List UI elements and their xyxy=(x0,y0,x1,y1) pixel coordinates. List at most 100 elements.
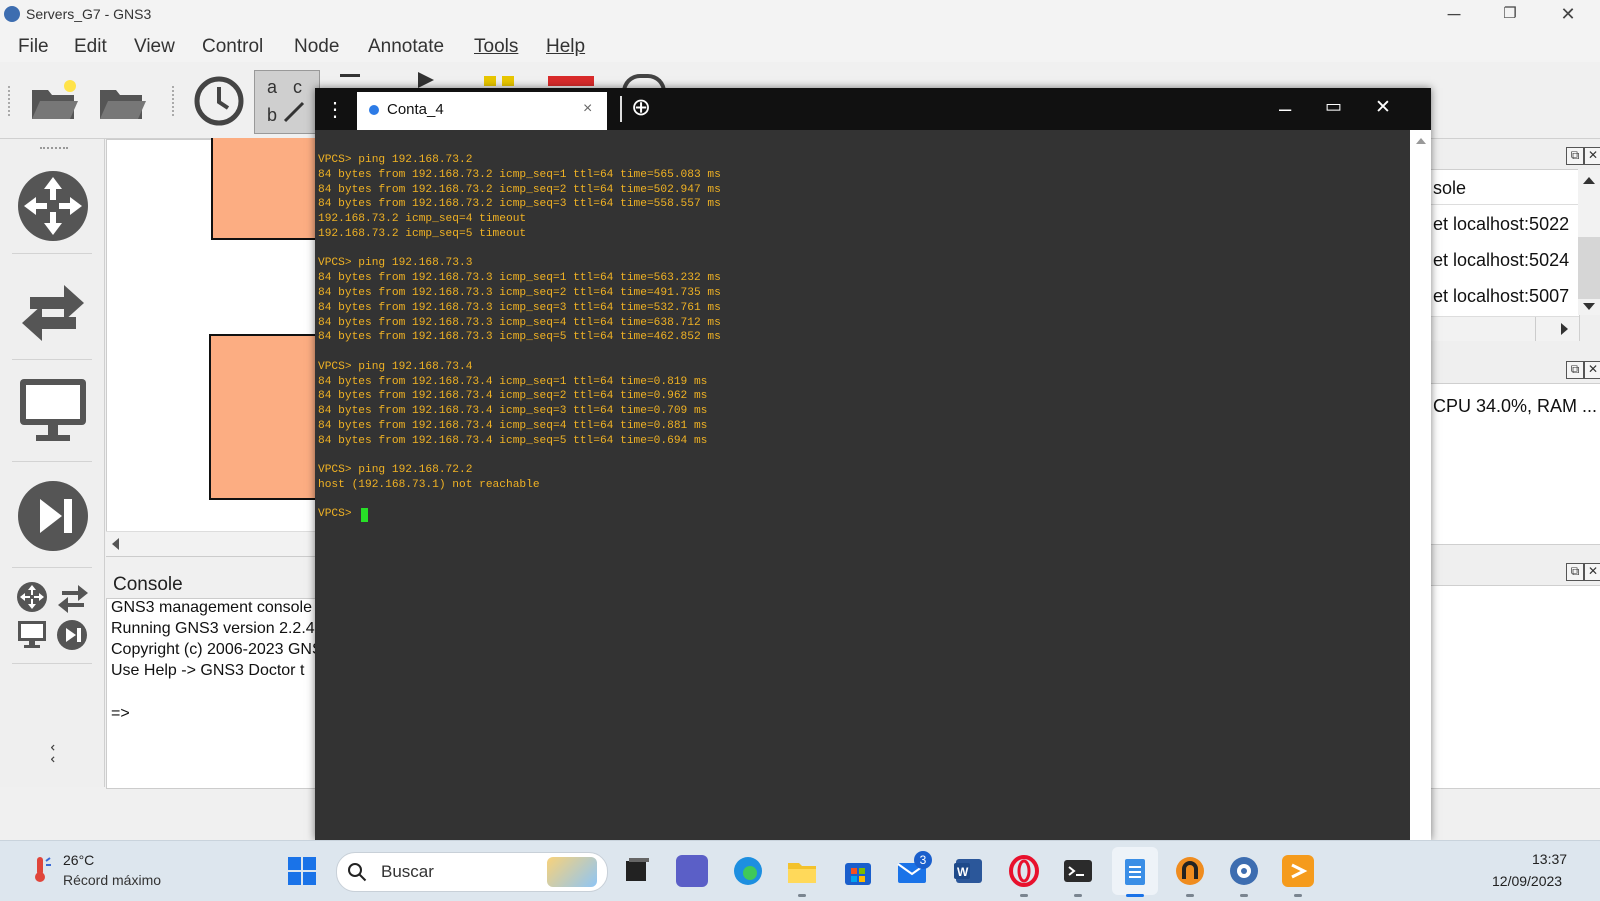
scroll-up-arrow-icon[interactable] xyxy=(1416,138,1426,144)
dock-close-icon[interactable]: ✕ xyxy=(1584,563,1600,581)
dock-close-icon[interactable]: ✕ xyxy=(1584,147,1600,165)
terminal-window[interactable]: ⋮ Conta_4 × ⊕ – ▭ ✕ VPCS> ping 192.168.7… xyxy=(315,88,1431,840)
terminal-line: 84 bytes from 192.168.73.4 icmp_seq=2 tt… xyxy=(318,390,708,402)
canvas-horizontal-scrollbar[interactable] xyxy=(106,531,316,556)
search-placeholder: Buscar xyxy=(381,862,434,881)
opera-icon[interactable] xyxy=(1008,855,1040,887)
start-icon[interactable] xyxy=(286,855,318,887)
header-divider xyxy=(1431,204,1579,205)
tab-close-icon[interactable]: × xyxy=(583,100,592,118)
open-folder-icon[interactable] xyxy=(26,72,84,130)
terminal-output[interactable]: VPCS> ping 192.168.73.2 84 bytes from 19… xyxy=(315,130,1410,840)
menu-help[interactable]: Help xyxy=(546,36,585,58)
terminal-line: 84 bytes from 192.168.73.2 icmp_seq=1 tt… xyxy=(318,169,721,181)
servers-summary-panel: CPU 34.0%, RAM ... xyxy=(1430,383,1600,545)
summary-vertical-scrollbar[interactable] xyxy=(1578,169,1600,315)
gns3-tray-icon[interactable] xyxy=(1174,855,1206,887)
close-button[interactable]: ✕ xyxy=(1540,0,1596,30)
menu-file[interactable]: File xyxy=(18,36,49,58)
scroll-thumb[interactable] xyxy=(1578,237,1600,299)
new-tab-icon[interactable]: ⊕ xyxy=(631,93,651,122)
terminal-minimize-button[interactable]: – xyxy=(1279,96,1291,122)
console-line: Running GNS3 version 2.2.4 xyxy=(111,620,315,637)
gns3-app-icon xyxy=(4,6,20,22)
tab-label: Conta_4 xyxy=(387,101,444,118)
start-icon[interactable] xyxy=(418,72,434,88)
window-title: Servers_G7 - GNS3 xyxy=(26,6,152,22)
scroll-left-arrow-icon[interactable] xyxy=(112,538,119,550)
svg-text:a: a xyxy=(267,77,278,97)
dock-float-icon[interactable]: ⧉ xyxy=(1566,361,1584,379)
tab-status-dot-icon xyxy=(369,105,379,115)
terminal-scrollbar[interactable] xyxy=(1410,130,1431,840)
annotate-text-icon[interactable]: acb xyxy=(254,70,320,134)
router-small-icon[interactable] xyxy=(16,581,48,613)
scroll-down-arrow-icon[interactable] xyxy=(1583,303,1595,310)
topology-node[interactable] xyxy=(211,138,319,240)
security-device-icon[interactable] xyxy=(16,479,90,553)
menu-node[interactable]: Node xyxy=(294,36,339,58)
suspend-icon[interactable] xyxy=(484,76,496,86)
toolbar-grip xyxy=(172,86,178,116)
clock-date[interactable]: 12/09/2023 xyxy=(1492,873,1562,889)
terminal-tab[interactable]: Conta_4 × xyxy=(357,92,607,133)
menu-control[interactable]: Control xyxy=(202,36,263,58)
dock-separator xyxy=(12,663,92,664)
end-device-small-icon[interactable] xyxy=(16,619,48,651)
minimize-button[interactable]: ─ xyxy=(1426,0,1482,30)
console-pane[interactable]: GNS3 management console Running GNS3 ver… xyxy=(106,598,318,789)
terminal-line: 84 bytes from 192.168.73.3 icmp_seq=5 tt… xyxy=(318,331,721,343)
console-session[interactable]: et localhost:5022 xyxy=(1433,214,1569,235)
console-connect-icon[interactable] xyxy=(340,74,360,87)
menu-view[interactable]: View xyxy=(134,36,175,58)
weather-temp[interactable]: 26°C xyxy=(63,852,94,868)
word-icon[interactable]: W xyxy=(952,855,984,887)
weather-desc[interactable]: Récord máximo xyxy=(63,872,161,888)
notepad-icon[interactable] xyxy=(1119,855,1151,887)
console-session[interactable]: et localhost:5007 xyxy=(1433,286,1569,307)
scroll-thumb-edge xyxy=(1535,317,1536,341)
terminal-icon[interactable] xyxy=(1062,855,1094,887)
mail-badge: 3 xyxy=(914,851,932,869)
summary-horizontal-scrollbar[interactable] xyxy=(1431,316,1579,341)
end-device-icon[interactable] xyxy=(16,375,90,449)
folder-icon[interactable] xyxy=(94,72,152,130)
terminal-line: VPCS> ping 192.168.73.2 xyxy=(318,154,473,166)
dock-float-icon[interactable]: ⧉ xyxy=(1566,563,1584,581)
terminal-close-button[interactable]: ✕ xyxy=(1375,96,1391,119)
switch-small-icon[interactable] xyxy=(56,581,90,613)
svg-text:c: c xyxy=(293,77,302,97)
menu-bar: File Edit View Control Node Annotate Too… xyxy=(0,30,1600,62)
menu-edit[interactable]: Edit xyxy=(74,36,107,58)
gns3-icon[interactable] xyxy=(1228,855,1260,887)
menu-tools[interactable]: Tools xyxy=(474,36,518,58)
expand-chevron-icon[interactable]: ⌄⌄ xyxy=(47,742,64,765)
dock-close-icon[interactable]: ✕ xyxy=(1584,361,1600,379)
restore-button[interactable]: ❐ xyxy=(1482,0,1538,30)
router-icon[interactable] xyxy=(16,169,90,243)
app-running-indicator xyxy=(1186,894,1194,897)
console-session[interactable]: et localhost:5024 xyxy=(1433,250,1569,271)
task-view-icon[interactable] xyxy=(620,855,652,887)
dock-float-icon[interactable]: ⧉ xyxy=(1566,147,1584,165)
terminal-maximize-button[interactable]: ▭ xyxy=(1325,96,1342,117)
terminal-menu-icon[interactable]: ⋮ xyxy=(325,97,345,122)
terminal-line: VPCS> ping 192.168.72.2 xyxy=(318,464,473,476)
clock-icon[interactable] xyxy=(190,72,248,130)
clock-time[interactable]: 13:37 xyxy=(1532,851,1567,867)
scroll-up-arrow-icon[interactable] xyxy=(1583,177,1595,184)
switch-icon[interactable] xyxy=(16,273,90,347)
store-icon[interactable] xyxy=(842,855,874,887)
scroll-right-arrow-icon[interactable] xyxy=(1561,323,1568,335)
file-explorer-icon[interactable] xyxy=(786,855,818,887)
chat-icon[interactable] xyxy=(676,855,708,887)
sublime-icon[interactable] xyxy=(1282,855,1314,887)
topology-canvas[interactable] xyxy=(106,138,319,557)
taskbar-search[interactable]: Buscar xyxy=(336,852,608,892)
thermometer-icon[interactable] xyxy=(30,855,52,883)
security-small-icon[interactable] xyxy=(56,619,88,651)
menu-annotate[interactable]: Annotate xyxy=(368,36,444,58)
topology-node[interactable] xyxy=(209,334,319,500)
stop-icon[interactable] xyxy=(548,76,594,86)
edge-icon[interactable] xyxy=(732,855,764,887)
